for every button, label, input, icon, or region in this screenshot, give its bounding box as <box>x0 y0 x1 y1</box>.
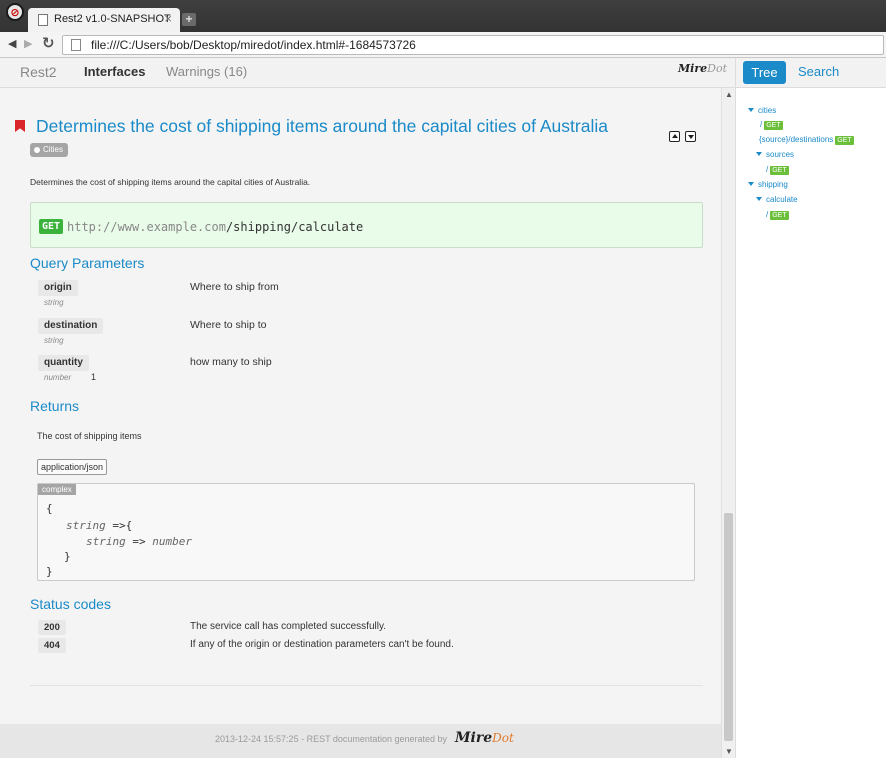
nav-warnings[interactable]: Warnings (16) <box>166 64 247 79</box>
caret-down-icon <box>748 182 754 186</box>
browser-toolbar: ◀ ▶ ↻ file:///C:/Users/bob/Desktop/mired… <box>0 32 886 58</box>
footer-text: 2013-12-24 15:57:25 - REST documentation… <box>215 734 447 744</box>
param-desc: Where to ship from <box>190 281 279 293</box>
param-type: string <box>44 298 64 307</box>
param-desc: how many to ship <box>190 356 272 368</box>
sidebar-tabs: Tree Search <box>736 58 886 88</box>
caret-down-icon <box>756 197 762 201</box>
tree-item-sources[interactable]: sources <box>756 150 794 159</box>
scroll-up-icon[interactable]: ▲ <box>725 90 733 99</box>
collapse-up-icon[interactable] <box>669 131 680 142</box>
bookmark-icon <box>15 120 25 132</box>
browser-window: ⊘ Rest2 v1.0-SNAPSHOT × + ◀ ▶ ↻ file:///… <box>0 0 886 758</box>
endpoint-title: Determines the cost of shipping items ar… <box>36 116 608 136</box>
page-icon <box>71 39 81 51</box>
query-params-heading: Query Parameters <box>30 255 145 271</box>
expand-down-icon[interactable] <box>685 131 696 142</box>
status-code-200: 200 <box>38 620 66 635</box>
tree-item-cities-get[interactable]: / GET <box>760 120 783 130</box>
param-name-origin: origin <box>38 280 78 296</box>
caret-down-icon <box>748 108 754 112</box>
code-line: } <box>46 565 53 578</box>
param-default-value: 1 <box>91 372 97 382</box>
returns-description: The cost of shipping items <box>37 431 142 441</box>
forward-arrow-icon[interactable]: ▶ <box>24 37 32 50</box>
cities-tag[interactable]: Cities <box>30 143 69 157</box>
browser-logo-icon[interactable]: ⊘ <box>6 3 24 21</box>
divider <box>30 685 703 686</box>
main-content: Determines the cost of shipping items ar… <box>0 88 721 724</box>
status-codes-heading: Status codes <box>30 596 111 612</box>
back-arrow-icon[interactable]: ◀ <box>8 37 16 50</box>
status-code-404: 404 <box>38 638 66 653</box>
footer: 2013-12-24 15:57:25 - REST documentation… <box>0 724 721 758</box>
reload-icon[interactable]: ↻ <box>42 34 55 52</box>
scroll-thumb[interactable] <box>724 513 733 741</box>
param-type: number <box>44 373 72 382</box>
tree-item-calculate-get[interactable]: / GET <box>766 210 789 220</box>
sidebar: Tree Search cities / GET {source}/destina… <box>735 58 886 758</box>
tree-item-source-destinations[interactable]: {source}/destinations GET <box>759 135 854 145</box>
caret-down-icon <box>756 152 762 156</box>
browser-tab[interactable]: Rest2 v1.0-SNAPSHOT × <box>28 8 180 32</box>
param-name-destination: destination <box>38 318 104 334</box>
code-line: string => number <box>86 535 192 548</box>
tag-dot-icon <box>34 146 40 153</box>
app-navbar: Rest2 Interfaces Warnings (16) MireDot <box>0 58 735 88</box>
tab-title: Rest2 v1.0-SNAPSHOT <box>54 13 171 25</box>
return-type-code: complex { string =>{ string => number } … <box>37 483 695 581</box>
code-line: string =>{ <box>66 519 133 532</box>
new-tab-button[interactable]: + <box>182 13 196 26</box>
tree-item-calculate[interactable]: calculate <box>756 195 798 204</box>
code-line: } <box>64 550 71 563</box>
close-tab-icon[interactable]: × <box>164 11 172 26</box>
tab-bar: ⊘ Rest2 v1.0-SNAPSHOT × + <box>0 0 886 32</box>
address-bar[interactable]: file:///C:/Users/bob/Desktop/miredot/ind… <box>62 35 884 55</box>
get-method-badge: GET <box>39 219 64 234</box>
tab-tree[interactable]: Tree <box>743 61 786 84</box>
miredot-logo[interactable]: MireDot <box>678 62 727 75</box>
returns-heading: Returns <box>30 398 80 414</box>
tree-item-shipping[interactable]: shipping <box>748 180 788 189</box>
endpoint-url: http://www.example.com/shipping/calculat… <box>67 220 364 234</box>
endpoint-url-box: GET http://www.example.com/shipping/calc… <box>30 202 703 248</box>
param-name-quantity: quantity <box>38 355 89 371</box>
endpoint-description: Determines the cost of shipping items ar… <box>30 177 311 187</box>
tree-item-cities[interactable]: cities <box>748 106 776 115</box>
tab-search[interactable]: Search <box>798 64 839 79</box>
page-icon <box>38 14 48 26</box>
status-desc: The service call has completed successfu… <box>190 621 387 632</box>
mime-type-tag: application/json <box>37 459 108 475</box>
nav-brand[interactable]: Rest2 <box>20 64 57 80</box>
status-desc: If any of the origin or destination para… <box>190 639 454 650</box>
tree-item-sources-get[interactable]: / GET <box>766 165 789 175</box>
code-line: { <box>46 502 53 515</box>
footer-miredot-logo[interactable]: MireDot <box>455 730 514 746</box>
main-scrollbar[interactable]: ▲ ▼ <box>721 88 735 758</box>
param-desc: Where to ship to <box>190 319 267 331</box>
url-text[interactable]: file:///C:/Users/bob/Desktop/miredot/ind… <box>91 38 416 52</box>
param-type: string <box>44 336 64 345</box>
nav-interfaces[interactable]: Interfaces <box>84 64 145 79</box>
complex-tag: complex <box>38 484 76 495</box>
scroll-down-icon[interactable]: ▼ <box>725 747 733 756</box>
